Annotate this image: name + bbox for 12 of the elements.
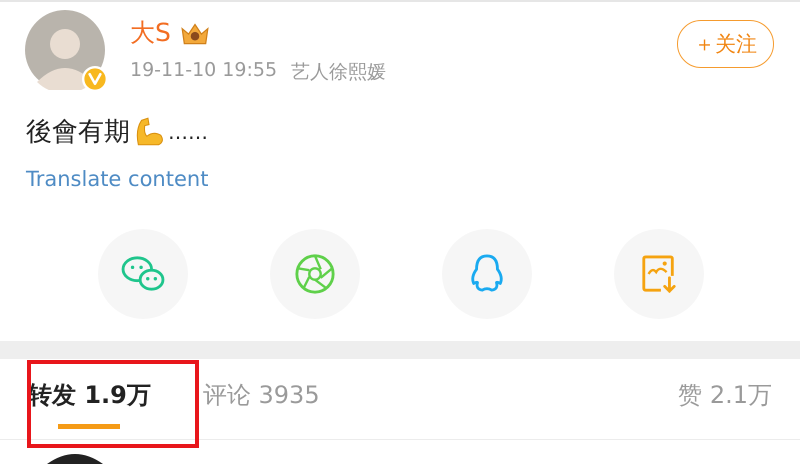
save-image-icon (640, 253, 678, 295)
chat-bubbles-icon (120, 255, 166, 293)
ellipsis-text: …… (168, 120, 208, 144)
aperture-icon (294, 253, 336, 295)
translate-link[interactable]: Translate content (26, 167, 208, 191)
tab[interactable]: 赞 2.1万 (678, 364, 772, 434)
tab[interactable]: 评论 3935 (202, 364, 320, 434)
follow-button[interactable]: ＋关注 (677, 20, 774, 68)
user-name[interactable]: 大S (130, 16, 171, 49)
post-time: 19-11-10 19:55 (130, 59, 278, 83)
author-description: 艺人徐熙媛 (291, 60, 386, 85)
post-text: 後會有期 (26, 116, 130, 149)
